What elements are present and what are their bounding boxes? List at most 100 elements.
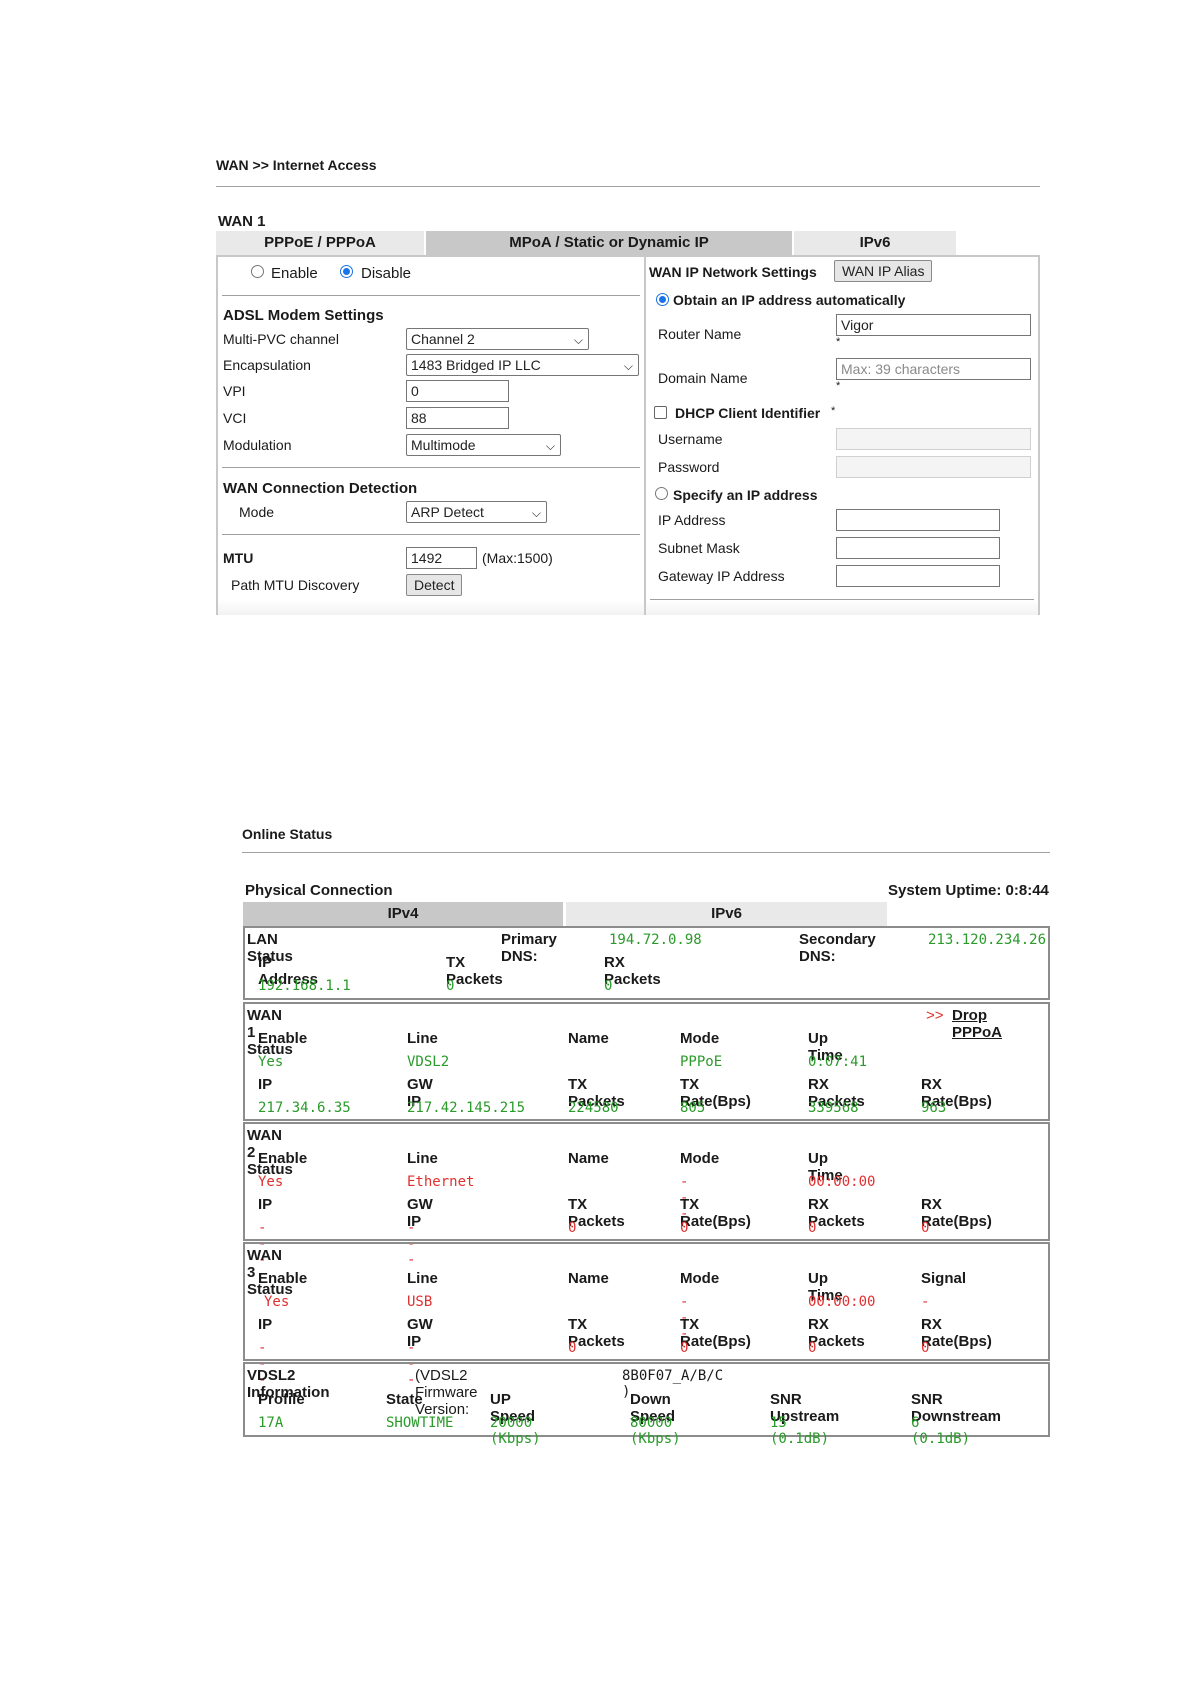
vdsl2-profile-value: 17A bbox=[258, 1415, 284, 1431]
disable-radio[interactable] bbox=[340, 265, 353, 278]
divider bbox=[650, 599, 1034, 600]
ip-version-tabs: IPv4 IPv6 bbox=[243, 902, 887, 926]
multipvc-label: Multi-PVC channel bbox=[223, 331, 339, 347]
router-name-input[interactable]: Vigor bbox=[836, 314, 1031, 336]
tab-ipv6[interactable]: IPv6 bbox=[794, 231, 956, 255]
wan1-enable-value: Yes bbox=[258, 1054, 284, 1070]
adsl-section-title: ADSL Modem Settings bbox=[223, 307, 384, 324]
wan2-header-mode: Mode bbox=[680, 1150, 720, 1167]
primary-dns-value: 194.72.0.98 bbox=[609, 932, 702, 948]
system-uptime: System Uptime: 0:8:44 bbox=[888, 882, 1049, 899]
lan-tx-value: 0 bbox=[446, 978, 455, 994]
wan1-rxrate-value: 963 bbox=[921, 1100, 947, 1116]
wan2-enable-value: Yes bbox=[258, 1174, 284, 1190]
wan1-uptime-value: 0:07:41 bbox=[808, 1054, 868, 1070]
encapsulation-select[interactable]: 1483 Bridged IP LLC ⌵ bbox=[406, 354, 639, 376]
chevron-down-icon: ⌵ bbox=[531, 506, 541, 520]
wan-tabs: PPPoE / PPPoA MPoA / Static or Dynamic I… bbox=[216, 231, 956, 255]
router-name-label: Router Name bbox=[658, 326, 742, 342]
wan2-header-name: Name bbox=[568, 1150, 609, 1167]
drop-link-arrows: >> bbox=[926, 1007, 944, 1024]
modulation-select[interactable]: Multimode ⌵ bbox=[406, 434, 561, 456]
divider bbox=[222, 467, 640, 468]
tab-mpoa[interactable]: MPoA / Static or Dynamic IP bbox=[426, 231, 792, 255]
gateway-label: Gateway IP Address bbox=[658, 568, 785, 584]
encapsulation-label: Encapsulation bbox=[223, 357, 311, 373]
enable-label: Enable bbox=[271, 265, 318, 282]
panel-fade bbox=[646, 600, 1038, 615]
wan3-header-line: Line bbox=[407, 1270, 438, 1287]
gateway-input[interactable] bbox=[836, 565, 1000, 587]
chevron-down-icon: ⌵ bbox=[545, 439, 555, 453]
wan2-rxpackets-value: 0 bbox=[808, 1220, 817, 1236]
subnet-mask-input[interactable] bbox=[836, 537, 1000, 559]
lan-ip-value: 192.168.1.1 bbox=[258, 978, 351, 994]
wan2-rxrate-value: 0 bbox=[921, 1220, 930, 1236]
vci-label: VCI bbox=[223, 410, 247, 426]
wan3-header-name: Name bbox=[568, 1270, 609, 1287]
wan1-header-line: Line bbox=[407, 1030, 438, 1047]
tab-ipv4[interactable]: IPv4 bbox=[243, 902, 563, 926]
domain-name-required-mark: * bbox=[836, 380, 841, 392]
lan-header-tx: TX Packets bbox=[446, 954, 503, 988]
wan1-txpackets-value: 224580 bbox=[568, 1100, 619, 1116]
detect-button[interactable]: Detect bbox=[406, 574, 463, 596]
router-name-required-mark: * bbox=[836, 336, 841, 348]
vpi-input[interactable]: 0 bbox=[406, 380, 509, 402]
wan3-header-enable: Enable bbox=[258, 1270, 308, 1287]
wan2-header-txrate: TX Rate(Bps) bbox=[680, 1196, 751, 1230]
dhcp-client-id-checkbox[interactable] bbox=[654, 406, 667, 419]
wan2-line-value: Ethernet bbox=[407, 1174, 475, 1190]
primary-dns-label: Primary DNS: bbox=[501, 931, 557, 965]
secondary-dns-value: 213.120.234.26 bbox=[928, 932, 1047, 948]
wan1-header-mode: Mode bbox=[680, 1030, 720, 1047]
username-input[interactable] bbox=[836, 428, 1031, 450]
vdsl2-firmware-label: (VDSL2 Firmware Version: bbox=[415, 1367, 478, 1418]
obtain-ip-label: Obtain an IP address automatically bbox=[673, 292, 906, 308]
mode-select[interactable]: ARP Detect ⌵ bbox=[406, 501, 547, 523]
tab-ipv6[interactable]: IPv6 bbox=[566, 902, 887, 926]
multipvc-select[interactable]: Channel 2 ⌵ bbox=[406, 328, 589, 350]
tab-pppoe[interactable]: PPPoE / PPPoA bbox=[216, 231, 424, 255]
specify-ip-radio[interactable] bbox=[655, 487, 668, 500]
breadcrumb: WAN >> Internet Access bbox=[216, 157, 377, 173]
enable-radio[interactable] bbox=[251, 265, 264, 278]
wan-ip-section-title: WAN IP Network Settings bbox=[649, 264, 817, 280]
wan2-header-rxpackets: RX Packets bbox=[808, 1196, 865, 1230]
modulation-value: Multimode bbox=[411, 437, 476, 453]
mode-label: Mode bbox=[239, 504, 275, 520]
modulation-label: Modulation bbox=[223, 437, 292, 453]
dhcp-client-id-mark: * bbox=[831, 405, 836, 417]
wan1-txrate-value: 805 bbox=[680, 1100, 706, 1116]
ip-address-label: IP Address bbox=[658, 512, 726, 528]
wan3-header-rxpackets: RX Packets bbox=[808, 1316, 865, 1350]
vdsl2-header-state: State bbox=[386, 1391, 423, 1408]
wan2-header-txpackets: TX Packets bbox=[568, 1196, 625, 1230]
divider bbox=[222, 295, 640, 296]
wan1-mode-value: PPPoE bbox=[680, 1054, 723, 1070]
wan2-header-ip: IP bbox=[258, 1196, 273, 1213]
chevron-down-icon: ⌵ bbox=[573, 333, 583, 347]
password-input[interactable] bbox=[836, 456, 1031, 478]
domain-name-label: Domain Name bbox=[658, 370, 748, 386]
wan3-uptime-value: 00:00:00 bbox=[808, 1294, 876, 1310]
detection-section-title: WAN Connection Detection bbox=[223, 480, 418, 497]
vdsl2-downspeed-value: 80000 (Kbps) bbox=[630, 1415, 681, 1447]
wan3-txrate-value: 0 bbox=[680, 1340, 689, 1356]
drop-pppoa-link[interactable]: Drop PPPoA bbox=[952, 1007, 1002, 1041]
domain-name-input[interactable]: Max: 39 characters bbox=[836, 358, 1031, 380]
vci-input[interactable]: 88 bbox=[406, 407, 509, 429]
vdsl2-header-profile: Profile bbox=[258, 1391, 305, 1408]
disable-label: Disable bbox=[361, 265, 412, 282]
obtain-ip-radio[interactable] bbox=[656, 293, 669, 306]
online-status-title: Online Status bbox=[242, 826, 333, 842]
mtu-input[interactable]: 1492 bbox=[406, 547, 477, 569]
ip-address-input[interactable] bbox=[836, 509, 1000, 531]
wan1-header-name: Name bbox=[568, 1030, 609, 1047]
wan3-line-value: USB bbox=[407, 1294, 433, 1310]
wan1-line-value: VDSL2 bbox=[407, 1054, 450, 1070]
wan3-enable-value: Yes bbox=[264, 1294, 290, 1310]
wan-ip-alias-button[interactable]: WAN IP Alias bbox=[834, 260, 933, 282]
wan2-header-enable: Enable bbox=[258, 1150, 308, 1167]
panel-fade bbox=[218, 600, 644, 615]
